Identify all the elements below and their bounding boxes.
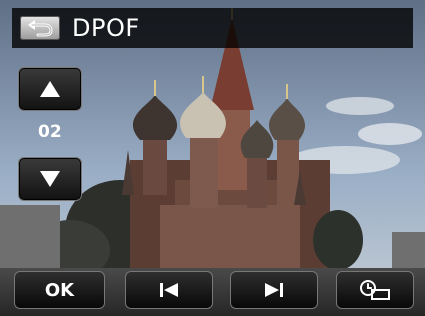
ok-label: OK bbox=[44, 279, 75, 301]
next-button[interactable] bbox=[230, 271, 318, 309]
scroll-down-button[interactable] bbox=[18, 157, 82, 201]
back-button[interactable] bbox=[20, 16, 60, 40]
skip-previous-icon bbox=[160, 283, 178, 297]
print-count: 02 bbox=[38, 122, 62, 142]
triangle-down-icon bbox=[40, 171, 60, 187]
dpof-screen: DPOF 02 OK bbox=[0, 0, 425, 316]
scroll-up-button[interactable] bbox=[18, 67, 82, 111]
date-stamp-icon bbox=[360, 280, 390, 300]
skip-next-icon bbox=[265, 283, 283, 297]
bottom-toolbar: OK bbox=[14, 271, 414, 309]
ok-button[interactable]: OK bbox=[14, 271, 105, 309]
date-stamp-button[interactable] bbox=[336, 271, 414, 309]
previous-button[interactable] bbox=[125, 271, 213, 309]
header-bar: DPOF bbox=[12, 8, 413, 48]
triangle-up-icon bbox=[40, 81, 60, 97]
return-arrow-icon bbox=[28, 20, 53, 37]
page-title: DPOF bbox=[72, 14, 140, 42]
